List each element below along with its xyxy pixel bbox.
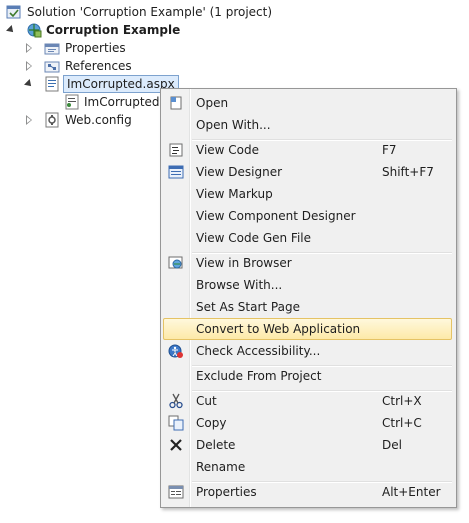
properties-icon bbox=[168, 485, 184, 499]
menu-item-label: View Designer bbox=[196, 165, 283, 179]
menu-item-shortcut: Alt+Enter bbox=[382, 485, 441, 499]
menu-item-exclude-from-project[interactable]: Exclude From Project bbox=[163, 365, 452, 387]
menu-item-shortcut: Del bbox=[382, 438, 402, 452]
open-file-icon bbox=[170, 96, 182, 110]
menu-item-view-code[interactable]: View Code F7 bbox=[163, 139, 452, 161]
menu-item-convert-to-web-application[interactable]: Convert to Web Application bbox=[163, 318, 452, 340]
menu-item-cut[interactable]: Cut Ctrl+X bbox=[163, 390, 452, 412]
child-file-label: ImCorrupted.a bbox=[84, 95, 171, 109]
menu-item-label: Open With... bbox=[196, 118, 271, 132]
menu-item-browse-with[interactable]: Browse With... bbox=[163, 274, 452, 296]
menu-item-label: Set As Start Page bbox=[196, 300, 300, 314]
browser-icon bbox=[168, 256, 183, 269]
menu-item-view-code-gen-file[interactable]: View Code Gen File bbox=[163, 227, 452, 249]
references-label: References bbox=[65, 59, 132, 73]
menu-item-properties[interactable]: Properties Alt+Enter bbox=[163, 481, 452, 503]
delete-x-icon bbox=[170, 439, 182, 451]
expanded-arrow-icon[interactable] bbox=[24, 79, 34, 89]
menu-item-open[interactable]: Open bbox=[163, 92, 452, 114]
copy-icon bbox=[168, 415, 184, 431]
menu-item-open-with[interactable]: Open With... bbox=[163, 114, 452, 136]
references-folder-icon bbox=[44, 61, 60, 73]
menu-item-label: Copy bbox=[196, 416, 227, 430]
menu-item-shortcut: F7 bbox=[382, 143, 397, 157]
menu-item-view-designer[interactable]: View Designer Shift+F7 bbox=[163, 161, 452, 183]
menu-item-label: View Markup bbox=[196, 187, 273, 201]
menu-item-label: Cut bbox=[196, 394, 217, 408]
menu-item-view-component-designer[interactable]: View Component Designer bbox=[163, 205, 452, 227]
menu-item-check-accessibility[interactable]: Check Accessibility... bbox=[163, 340, 452, 362]
menu-item-label: View Component Designer bbox=[196, 209, 356, 223]
menu-item-label: Exclude From Project bbox=[196, 369, 322, 383]
context-menu: Open Open With... View Code F7 View Desi… bbox=[160, 88, 457, 508]
properties-label: Properties bbox=[65, 41, 126, 55]
menu-item-label: Delete bbox=[196, 438, 236, 452]
solution-icon bbox=[6, 5, 21, 19]
menu-item-view-markup[interactable]: View Markup bbox=[163, 183, 452, 205]
accessibility-check-icon bbox=[168, 344, 183, 358]
view-code-icon bbox=[169, 143, 183, 157]
menu-item-shortcut: Shift+F7 bbox=[382, 165, 434, 179]
menu-item-delete[interactable]: Delete Del bbox=[163, 434, 452, 456]
menu-item-shortcut: Ctrl+X bbox=[382, 394, 422, 408]
menu-item-set-as-start-page[interactable]: Set As Start Page bbox=[163, 296, 452, 318]
solution-label: Solution 'Corruption Example' (1 project… bbox=[27, 5, 273, 19]
menu-item-label: Open bbox=[196, 96, 229, 110]
menu-item-label: Browse With... bbox=[196, 278, 283, 292]
menu-item-shortcut: Ctrl+C bbox=[382, 416, 422, 430]
code-file-icon bbox=[65, 94, 79, 110]
webconfig-label: Web.config bbox=[65, 113, 132, 127]
menu-item-copy[interactable]: Copy Ctrl+C bbox=[163, 412, 452, 434]
menu-item-label: Check Accessibility... bbox=[196, 344, 321, 358]
scissors-icon bbox=[169, 393, 183, 409]
menu-item-label: Rename bbox=[196, 460, 246, 474]
menu-item-label: View in Browser bbox=[196, 256, 292, 270]
menu-item-label: View Code bbox=[196, 143, 260, 157]
config-file-icon bbox=[45, 112, 59, 128]
menu-item-rename[interactable]: Rename bbox=[163, 456, 452, 478]
collapsed-arrow-icon[interactable] bbox=[24, 43, 34, 53]
menu-item-label: Convert to Web Application bbox=[196, 322, 361, 336]
collapsed-arrow-icon[interactable] bbox=[24, 115, 34, 125]
expanded-arrow-icon[interactable] bbox=[6, 25, 16, 35]
view-designer-icon bbox=[168, 165, 184, 179]
menu-item-label: View Code Gen File bbox=[196, 231, 312, 245]
menu-item-label: Properties bbox=[196, 485, 257, 499]
aspx-file-icon bbox=[45, 76, 59, 92]
properties-folder-icon bbox=[44, 43, 60, 55]
menu-item-view-in-browser[interactable]: View in Browser bbox=[163, 252, 452, 274]
collapsed-arrow-icon[interactable] bbox=[24, 61, 34, 71]
web-project-icon bbox=[27, 23, 42, 38]
project-label: Corruption Example bbox=[46, 23, 181, 37]
